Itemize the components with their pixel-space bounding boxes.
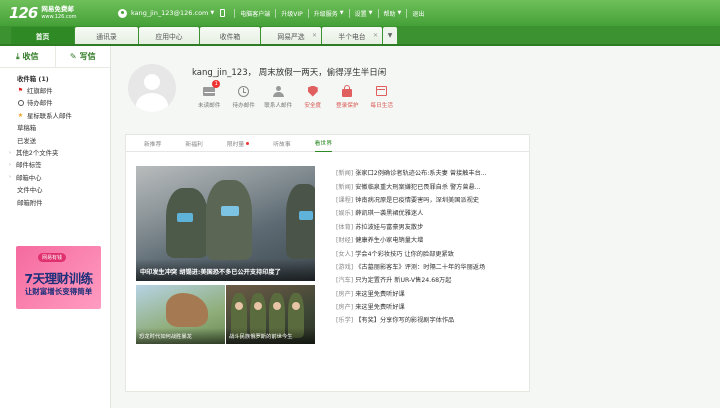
sidebar-item-mail-center[interactable]: › 邮箱中心	[0, 171, 110, 183]
shield-icon	[307, 85, 318, 97]
download-icon: ⤓	[15, 51, 20, 61]
list-item[interactable]: [财经] 健康养生小家电销量大增	[336, 233, 528, 246]
user-avatar-icon	[118, 8, 127, 18]
desktop-client-link[interactable]: 电脑客户端	[240, 9, 270, 18]
list-item[interactable]: [游戏] 《古墓丽影客车》评测：时隔二十年的华丽返场	[336, 260, 528, 273]
phone-icon[interactable]	[220, 9, 226, 17]
logo-number: 126	[9, 4, 38, 22]
sidebar-item-attachments[interactable]: 邮箱附件	[0, 196, 110, 208]
featured-news-caption: 中印发生冲突 胡锡进:美国恐不多已公开支持印度了	[136, 259, 315, 281]
shortcut-todo[interactable]: 待办邮件	[227, 84, 262, 109]
star-icon: ★	[17, 111, 24, 119]
sidebar: ⤓ 收信 ✎ 写信 收件箱 (1) ⚑ 红旗邮件 待办邮件 ★ 星标联系人邮件 草稿箱 …	[0, 46, 111, 408]
shortcut-bar: 1 未读邮件 待办邮件 联系人邮件 安全度 登录保护 每日生活	[192, 80, 400, 109]
lock-icon	[342, 84, 353, 97]
sidebar-item-other-folders[interactable]: › 其他2个文件夹	[0, 146, 110, 158]
news-panel: 新推荐 新福利 限时量 听故事 看世界 中印发生冲突 胡锡进:美国恐不多已公开支…	[125, 134, 530, 392]
sidebar-item-sent[interactable]: 已发送	[0, 134, 110, 146]
sidebar-item-starred[interactable]: ★ 星标联系人邮件	[0, 109, 110, 121]
user-account[interactable]: kang_jin_123@126.com ▼	[118, 8, 215, 18]
top-bar: 126 网易免费邮 www.126.com kang_jin_123@126.c…	[0, 0, 720, 26]
news-thumb-dinosaur[interactable]: 恐龙时代如何战胜暴龙	[136, 285, 225, 344]
list-item[interactable]: [女人] 学会4个彩妆技巧 让你的脸部更紧致	[336, 246, 528, 259]
chevron-down-icon: ▼	[210, 10, 215, 16]
sidebar-item-todo[interactable]: 待办邮件	[0, 97, 110, 109]
headline-list: [新闻] 张家口2例确诊者轨迹公布:系夫妻 曾接触丰台... [新闻] 安徽临泉重大…	[336, 166, 528, 327]
tab-new-welfare[interactable]: 新福利	[185, 135, 202, 152]
tab-limited[interactable]: 限时量	[227, 135, 250, 152]
main-content: kang_jin_123， 周末放假一两天，偷得浮生半日闲 1 未读邮件 待办邮…	[112, 46, 720, 408]
receive-mail-button[interactable]: ⤓ 收信	[0, 46, 56, 67]
chevron-right-icon: ›	[9, 161, 11, 168]
sidebar-item-drafts[interactable]: 草稿箱	[0, 122, 110, 134]
user-email: kang_jin_123@126.com	[131, 9, 209, 17]
greeting: kang_jin_123， 周末放假一两天，偷得浮生半日闲	[192, 68, 387, 78]
clock-icon	[238, 85, 250, 97]
sidebar-item-inbox[interactable]: 收件箱 (1)	[0, 72, 110, 84]
notification-dot	[246, 141, 250, 145]
chevron-right-icon: ›	[9, 174, 11, 181]
tab-yanxuan[interactable]: 网易严选 ✕	[261, 27, 321, 44]
clock-icon	[17, 99, 24, 106]
list-item[interactable]: [体育] 苏拉波娃与富豪男友散步	[336, 220, 528, 233]
list-item[interactable]: [房产] 来这里免费听好课	[336, 300, 528, 313]
list-item[interactable]: [课程] 钟南病况原是已疫情要害吗，深圳美国派视史	[336, 193, 528, 206]
logo-url: www.126.com	[41, 14, 77, 20]
list-item[interactable]: [汽车] 只为定置齐升 新UR-V售24.68万起	[336, 273, 528, 286]
list-item[interactable]: [乐学] 【有奖】分享你写的影视剧字体作品	[336, 313, 528, 326]
shortcut-daily-life[interactable]: 每日生活	[365, 84, 400, 109]
unread-badge: 1	[212, 80, 221, 88]
tab-new-recommend[interactable]: 新推荐	[144, 135, 161, 152]
sidebar-item-red-flag[interactable]: ⚑ 红旗邮件	[0, 84, 110, 96]
ad-banner[interactable]: 网易有钱 7天理财训练 让财富增长变得简单	[16, 246, 101, 309]
compose-icon: ✎	[69, 52, 77, 61]
ad-subline: 让财富增长变得简单	[24, 287, 93, 296]
tab-stories[interactable]: 听故事	[273, 135, 290, 152]
list-item[interactable]: [房产] 来这里免费听好课	[336, 287, 528, 300]
close-icon[interactable]: ✕	[373, 32, 378, 39]
compose-button[interactable]: ✎ 写信	[56, 46, 111, 67]
upgrade-vip-link[interactable]: 升级VIP	[281, 9, 303, 18]
tab-app-center[interactable]: 应用中心	[139, 27, 199, 44]
tab-home[interactable]: 首页	[11, 27, 74, 44]
mail-icon	[203, 86, 216, 96]
tab-contacts[interactable]: 通讯录	[75, 27, 138, 44]
featured-news-image[interactable]: 中印发生冲突 胡锡进:美国恐不多已公开支持印度了	[136, 166, 315, 281]
shortcut-security[interactable]: 安全度	[296, 84, 331, 109]
tab-world[interactable]: 看世界	[314, 135, 333, 152]
shortcut-unread[interactable]: 1 未读邮件	[192, 80, 227, 109]
tab-radio[interactable]: 半个电台 ✕	[322, 27, 382, 44]
nav-tabs: 首页 通讯录 应用中心 收件箱 网易严选 ✕ 半个电台 ✕ ▼	[0, 26, 720, 46]
close-icon[interactable]: ✕	[312, 32, 317, 39]
sidebar-item-tags[interactable]: › 邮件标签	[0, 159, 110, 171]
more-tabs-button[interactable]: ▼	[383, 27, 397, 44]
list-item[interactable]: [娱乐] 薛凯琪一袭黑裙优雅迷人	[336, 206, 528, 219]
flag-icon: ⚑	[17, 87, 24, 95]
shortcut-contacts[interactable]: 联系人邮件	[261, 84, 296, 109]
list-item[interactable]: [新闻] 张家口2例确诊者轨迹公布:系夫妻 曾接触丰台...	[336, 166, 528, 179]
logo-name: 网易免费邮	[41, 5, 74, 13]
list-item[interactable]: [新闻] 安徽临泉重大刑案嫌犯已畏罪自杀 警方曾悬...	[336, 179, 528, 192]
logo[interactable]: 126 网易免费邮 www.126.com	[9, 4, 104, 22]
contact-icon	[272, 85, 284, 97]
ad-headline: 7天理财训练	[24, 271, 93, 286]
tab-inbox[interactable]: 收件箱	[200, 27, 260, 44]
news-thumb-caption: 恐龙时代如何战胜暴龙	[136, 328, 225, 344]
news-thumb-caption: 战斗民族俄罗斯的前世今生	[226, 328, 315, 344]
avatar[interactable]	[128, 64, 176, 112]
upgrade-service-link[interactable]: 升级服务 ▼	[314, 9, 344, 18]
news-thumb-soldiers[interactable]: 战斗民族俄罗斯的前世今生	[226, 285, 315, 344]
settings-link[interactable]: 设置 ▼	[355, 9, 373, 18]
calendar-icon	[376, 86, 388, 96]
ad-badge: 网易有钱	[38, 253, 67, 262]
chevron-right-icon: ›	[9, 149, 11, 156]
sidebar-item-file-center[interactable]: 文件中心	[0, 184, 110, 196]
logout-link[interactable]: 退出	[412, 9, 424, 18]
shortcut-login-protect[interactable]: 登录保护	[330, 84, 365, 109]
help-link[interactable]: 帮助 ▼	[384, 9, 402, 18]
